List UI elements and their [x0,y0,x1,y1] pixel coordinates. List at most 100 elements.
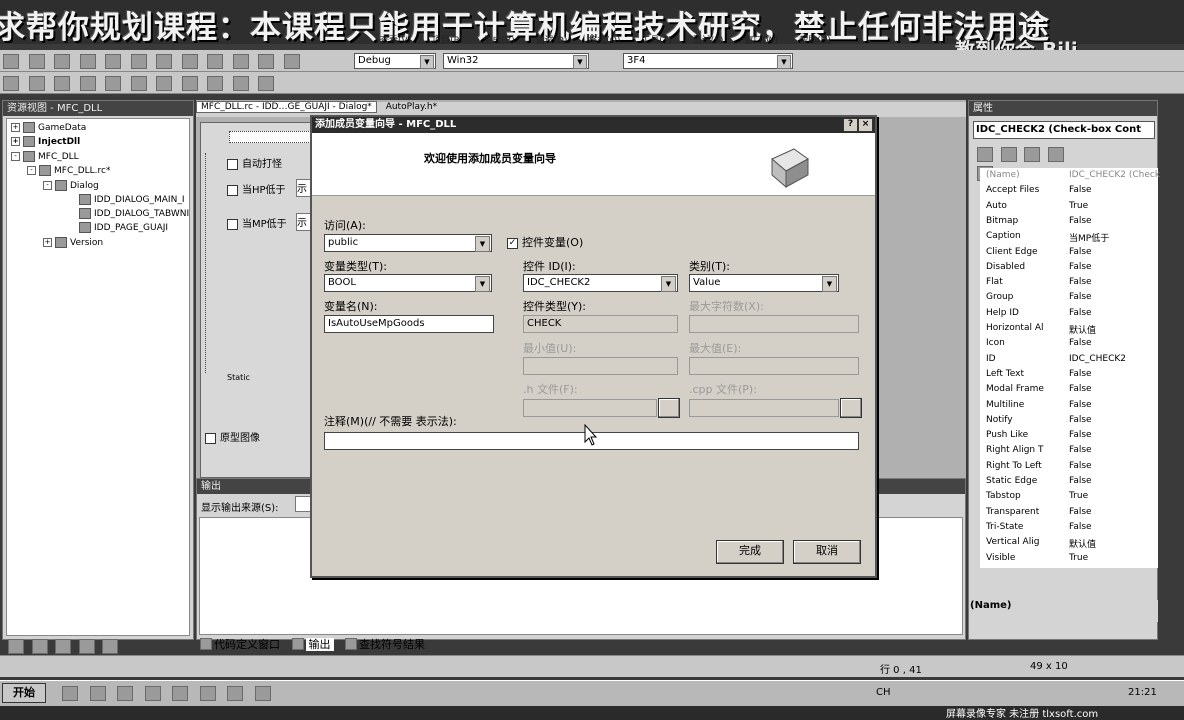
tab-find-symbol[interactable]: 查找符号结果 [359,638,425,651]
property-value[interactable]: False [1069,185,1092,195]
menu-item-test[interactable]: 测试(S) [693,36,724,46]
property-row[interactable]: Client Edge False [986,247,1156,262]
property-row[interactable]: ID IDC_CHECK2 [986,354,1156,369]
tab-dialog-editor[interactable]: MFC_DLL.rc - IDD…GE_GUAJI - Dialog* [196,101,377,113]
menu-item-window[interactable]: 窗口(W) [744,36,778,46]
expander-icon[interactable]: + [43,238,52,247]
property-row[interactable]: Flat False [986,277,1156,292]
menu-item-help[interactable]: 帮助(H) [799,36,831,46]
class-view-tab-icon[interactable] [31,639,48,654]
menu-item-debug[interactable]: 调试(D) [535,36,567,46]
property-value[interactable]: False [1069,262,1092,272]
property-value[interactable]: 当MP低于 [1069,231,1109,244]
align-bottom-icon[interactable] [79,76,96,91]
test-dialog-icon[interactable] [258,76,274,91]
save-icon[interactable] [54,54,70,69]
property-row[interactable]: Left Text False [986,369,1156,384]
property-value[interactable]: False [1069,277,1092,287]
property-row[interactable]: Disabled False [986,262,1156,277]
tree-item-dialog-main[interactable]: IDD_DIALOG_MAIN_I [79,194,184,206]
quick-launch-icon[interactable] [62,686,78,701]
property-value[interactable]: 默认值 [1069,537,1096,550]
category-select[interactable]: Value ▼ [689,274,839,292]
open-file-icon[interactable] [28,54,45,69]
align-top-icon[interactable] [54,76,70,91]
design-check-mp[interactable]: 当MP低于 [227,215,287,230]
property-value[interactable]: False [1069,430,1092,440]
quick-launch-icon[interactable] [254,686,271,701]
menu-item-project[interactable]: 项目(P) [432,36,462,46]
center-horizontal-icon[interactable] [130,76,147,91]
property-row[interactable]: Icon False [986,338,1156,353]
tree-item-page-guaji[interactable]: IDD_PAGE_GUAJI [79,222,168,234]
align-left-icon[interactable] [3,76,19,91]
new-file-icon[interactable] [3,54,19,69]
expander-icon[interactable]: - [27,166,36,175]
property-value[interactable]: IDC_CHECK2 (Check [1069,170,1160,180]
toolbox-tab-icon[interactable] [102,639,118,654]
menu-item-build[interactable]: 生成(B) [483,36,514,46]
menu-item-format[interactable]: 格式(O) [588,36,620,46]
menu-item-tools[interactable]: 工具(T) [641,36,672,46]
property-value[interactable]: False [1069,338,1092,348]
property-value[interactable]: 默认值 [1069,323,1096,336]
property-row[interactable]: Notify False [986,415,1156,430]
property-row[interactable]: Tabstop True [986,491,1156,506]
start-debug-icon[interactable] [283,54,300,69]
property-value[interactable]: False [1069,247,1092,257]
cut-icon[interactable] [105,54,121,69]
output-source-select[interactable] [295,496,311,512]
quick-launch-icon[interactable] [117,686,133,701]
control-variable-checkbox[interactable]: ✓ 控件变量(O) [507,234,583,250]
solution-explorer-tab-icon[interactable] [8,639,24,654]
property-row[interactable]: Accept Files False [986,185,1156,200]
access-select[interactable]: public ▼ [324,234,492,252]
var-name-input[interactable]: IsAutoUseMpGoods [324,315,494,333]
platform-select[interactable]: Win32 ▼ [443,53,589,69]
quick-launch-icon[interactable] [144,686,161,701]
expander-icon[interactable]: - [11,152,20,161]
tree-item-version[interactable]: + Version [43,237,103,249]
tree-item-mfc-dll[interactable]: - MFC_DLL [11,151,79,163]
finish-button[interactable]: 完成 [716,540,784,564]
design-check-auto-fight[interactable]: 自动打怪 [227,155,282,170]
categorized-icon[interactable] [977,147,993,162]
tree-item-dialog-folder[interactable]: - Dialog [43,180,99,192]
properties-icon[interactable] [1024,147,1040,162]
property-manager-tab-icon[interactable] [55,639,71,654]
property-row[interactable]: Transparent False [986,507,1156,522]
property-value[interactable]: False [1069,400,1092,410]
property-value[interactable]: False [1069,384,1092,394]
help-button[interactable]: ? [843,118,858,132]
tree-item-dialog-tabwnd[interactable]: IDD_DIALOG_TABWNI [79,208,189,220]
property-value[interactable]: False [1069,369,1092,379]
navigate-back-icon[interactable] [232,54,249,69]
events-icon[interactable] [1047,147,1064,162]
align-right-icon[interactable] [28,76,45,91]
redo-icon[interactable] [207,54,223,69]
property-row[interactable]: Group False [986,292,1156,307]
expander-icon[interactable]: + [11,137,20,146]
property-row[interactable]: Caption 当MP低于 [986,231,1156,246]
center-vertical-icon[interactable] [105,76,121,91]
property-value[interactable]: False [1069,216,1092,226]
var-type-select[interactable]: BOOL ▼ [324,274,492,292]
same-height-icon[interactable] [181,76,198,91]
same-width-icon[interactable] [156,76,172,91]
property-value[interactable]: IDC_CHECK2 [1069,354,1126,364]
tab-autoplay-h[interactable]: AutoPlay.h* [380,102,443,112]
property-row[interactable]: Right Align T False [986,445,1156,460]
config-select[interactable]: Debug ▼ [354,53,436,69]
property-value[interactable]: False [1069,292,1092,302]
quick-launch-icon[interactable] [199,686,216,701]
grid-icon[interactable] [232,76,249,91]
property-row[interactable]: Vertical Alig 默认值 [986,537,1156,552]
same-size-icon[interactable] [207,76,223,91]
save-all-icon[interactable] [79,54,96,69]
paste-icon[interactable] [156,54,172,69]
expander-icon[interactable]: - [43,181,52,190]
expander-icon[interactable]: + [11,123,20,132]
property-value[interactable]: False [1069,308,1092,318]
quick-launch-icon[interactable] [172,686,188,701]
properties-object-select[interactable]: IDC_CHECK2 (Check-box Cont [973,121,1155,139]
